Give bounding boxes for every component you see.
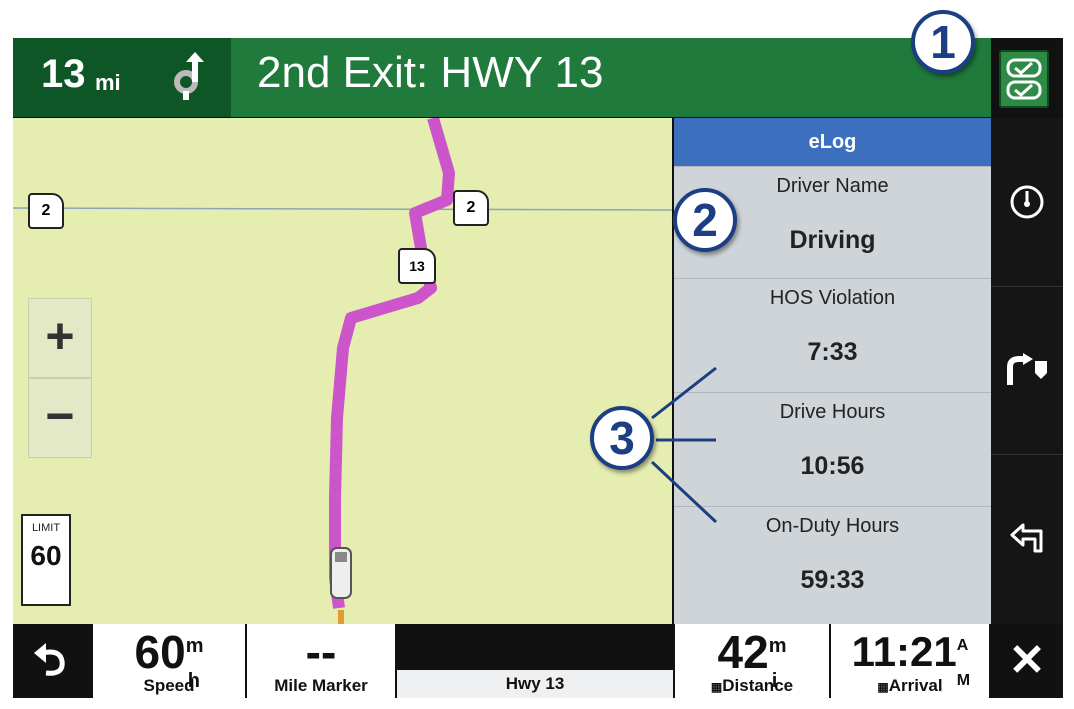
elog-row: On-Duty Hours 59:33 <box>674 506 991 625</box>
drive-hours-value: 10:56 <box>800 452 865 480</box>
on-duty-hours-label: On-Duty Hours <box>765 515 900 537</box>
speedometer-button[interactable] <box>991 118 1063 287</box>
checkered-flag-icon: ▦ <box>877 680 889 694</box>
elog-row: HOS Violation 7:33 <box>674 278 991 393</box>
next-turn-distance[interactable]: 13 mi <box>13 38 231 117</box>
callout-2: 2 <box>673 188 737 252</box>
arrival-unit-top: A <box>956 637 969 654</box>
close-icon: ✕ <box>1008 636 1046 685</box>
hos-violation-label: HOS Violation <box>769 287 896 309</box>
roundabout-exit-icon <box>174 52 204 100</box>
drive-hours-label: Drive Hours <box>779 401 886 423</box>
distance-label: Distance <box>722 676 794 695</box>
callout-3: 3 <box>590 406 654 470</box>
map-view[interactable]: 2 2 13 + − <box>13 118 672 624</box>
speed-limit-value: 60 <box>30 540 62 571</box>
navigation-bar[interactable]: 13 mi 2nd Exit: HWY 13 <box>13 38 991 117</box>
distance-field[interactable]: 42m i ▦Distance <box>675 624 829 698</box>
speed-field[interactable]: 60m h Speed <box>93 624 245 698</box>
right-sidebar <box>991 118 1063 624</box>
route-line <box>329 118 455 609</box>
vehicle-icon <box>330 547 352 599</box>
mile-marker-field[interactable]: -- Mile Marker <box>247 624 395 698</box>
back-icon <box>34 643 65 676</box>
distance-value: 13 <box>41 52 86 96</box>
arrival-time-value: 11:21 <box>851 628 957 675</box>
route-shield: 2 <box>28 193 64 229</box>
turn-list-icon <box>1010 523 1043 553</box>
arrival-field[interactable]: 11:21A M ▦Arrival <box>831 624 989 698</box>
arrival-label: Arrival <box>888 676 943 695</box>
speedometer-icon <box>1010 185 1044 219</box>
street-name-field: Hwy 13 <box>397 670 673 698</box>
close-button[interactable]: ✕ <box>991 624 1063 698</box>
street-name: Hwy 13 <box>505 674 565 693</box>
elog-row: Drive Hours 10:56 <box>674 392 991 507</box>
back-button[interactable] <box>13 624 91 698</box>
speed-value: 60 <box>134 626 186 678</box>
next-turn-icon <box>1007 353 1047 385</box>
distance-unit: mi <box>95 70 121 95</box>
checkered-flag-icon: ▦ <box>710 680 723 694</box>
turn-list-button[interactable] <box>991 454 1063 622</box>
speed-limit-label: LIMIT <box>31 522 61 534</box>
route-shield: 2 <box>453 190 489 226</box>
mile-marker-label: Mile Marker <box>274 676 368 695</box>
hos-violation-value: 7:33 <box>807 338 858 366</box>
speed-limit-sign: LIMIT 60 <box>21 514 71 606</box>
speed-label: Speed <box>143 676 195 695</box>
next-turn-button[interactable] <box>991 286 1063 455</box>
navigation-device-screen: 13 mi 2nd Exit: HWY 13 2 2 13 + − LIMIT … <box>13 38 1063 698</box>
zoom-out-button[interactable]: − <box>28 378 92 458</box>
elog-status-icon[interactable] <box>999 50 1049 108</box>
bottom-data-bar: 60m h Speed -- Mile Marker Hwy 13 42m i ▦D… <box>13 624 1063 698</box>
route-shield: 13 <box>398 248 436 284</box>
turn-instruction: 2nd Exit: HWY 13 <box>257 48 604 97</box>
on-duty-hours-value: 59:33 <box>800 566 865 594</box>
zoom-in-button[interactable]: + <box>28 298 92 378</box>
elog-title: eLog <box>674 118 991 166</box>
distance-remaining-value: 42 <box>717 626 769 678</box>
mile-marker-value: -- <box>305 626 337 678</box>
callout-1: 1 <box>911 10 975 74</box>
